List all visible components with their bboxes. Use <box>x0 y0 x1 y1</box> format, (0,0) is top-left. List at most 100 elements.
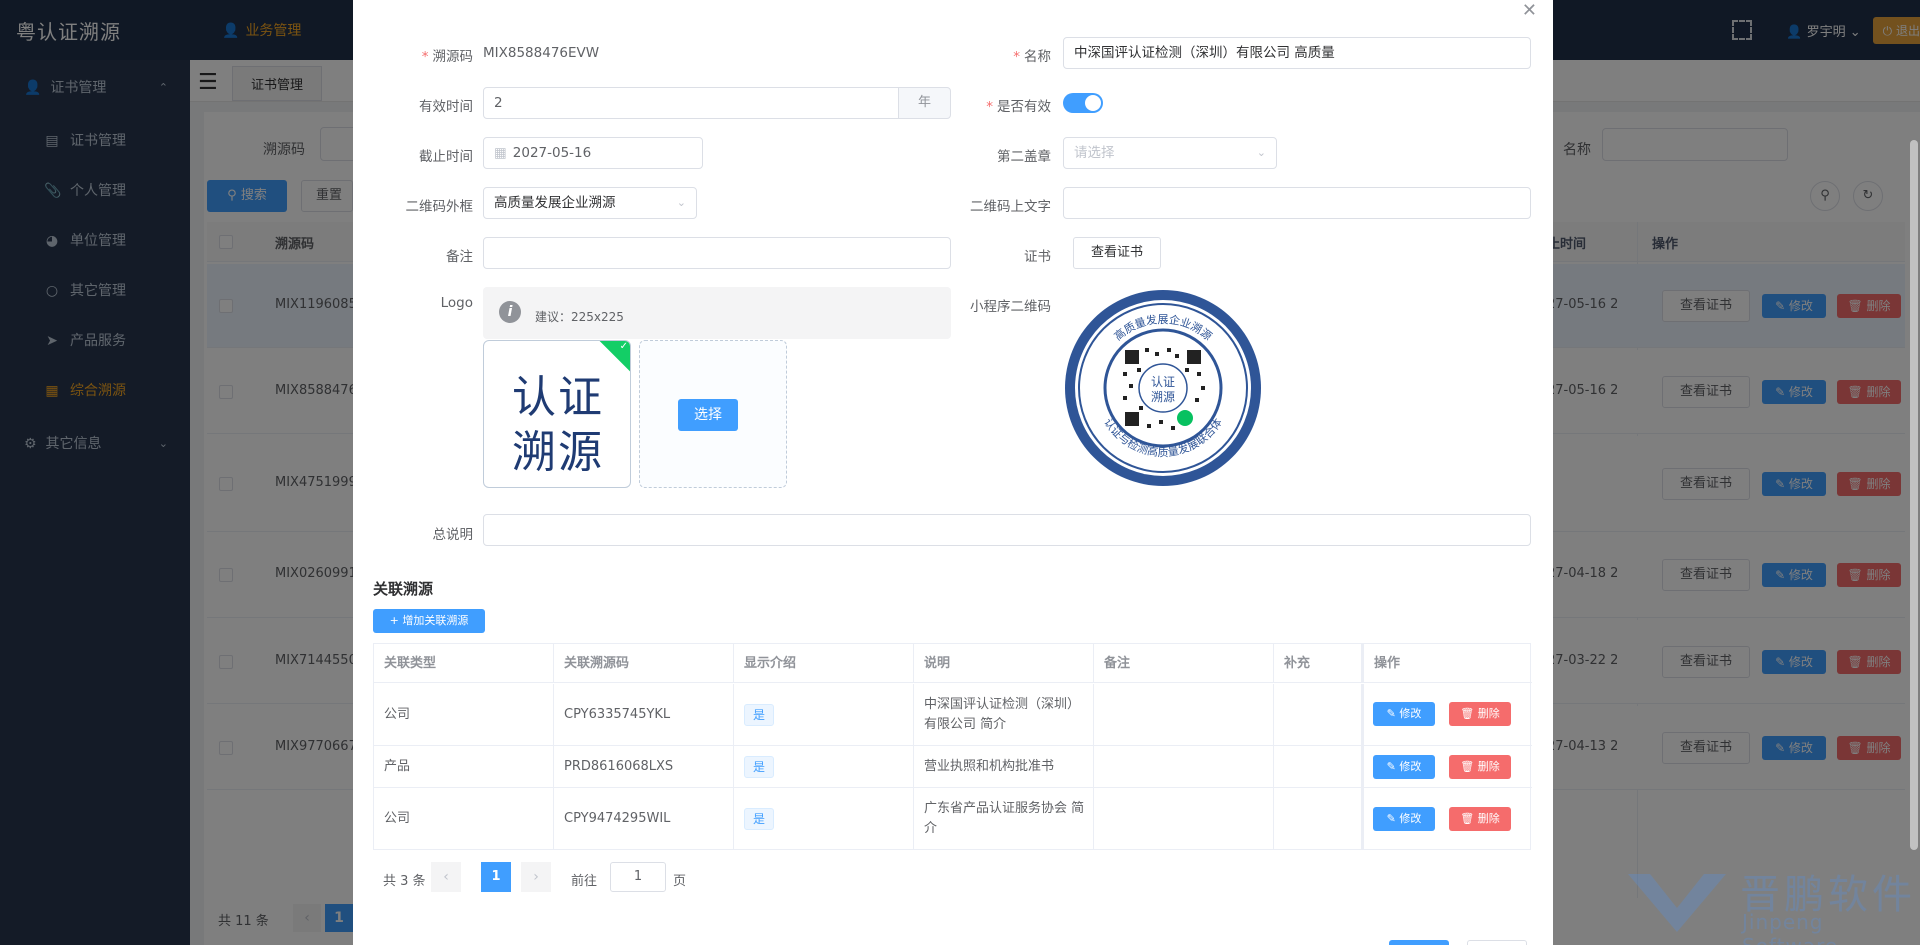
row-delete-label: 删除 <box>1477 812 1500 825</box>
miniprogram-icon <box>1177 410 1193 426</box>
col-remark: 备注 <box>1094 644 1274 683</box>
seal2-select[interactable]: 请选择 ⌄ <box>1063 137 1277 169</box>
seal2-label: 第二盖章 <box>997 149 1051 165</box>
row-delete-button[interactable]: 🗑 删除 <box>1449 755 1511 779</box>
qrtext-input[interactable] <box>1063 187 1531 219</box>
col-code: 关联溯源码 <box>554 644 734 683</box>
row-edit-label: 修改 <box>1399 812 1422 825</box>
name-label: * 名称 <box>1013 49 1051 65</box>
check-icon: ✓ <box>619 341 628 352</box>
confirm-button[interactable] <box>1389 940 1449 945</box>
logo-tip: i 建议：225x225 <box>483 287 951 339</box>
col-type: 关联类型 <box>374 644 554 683</box>
code-value: MIX8588476EVW <box>483 45 600 61</box>
watermark: 晋鹏软件 Jinpeng Software <box>1620 862 1920 945</box>
add-related-button[interactable]: + 增加关联溯源 <box>373 609 485 633</box>
watermark-logo <box>1628 874 1726 932</box>
mini-qr-label: 小程序二维码 <box>970 299 1051 315</box>
show-tag: 是 <box>744 808 775 830</box>
row-delete-button[interactable]: 🗑 删除 <box>1449 807 1511 831</box>
remark-input[interactable] <box>483 237 951 269</box>
cell-remark <box>1094 746 1274 788</box>
chevron-down-icon: ⌄ <box>676 196 686 209</box>
isvalid-switch[interactable] <box>1063 93 1103 113</box>
row-edit-button[interactable]: ✎ 修改 <box>1373 755 1435 779</box>
row-delete-button[interactable]: 🗑 删除 <box>1449 702 1511 726</box>
mini-qr-seal: 高质量发展企业溯源 认证与检测高质量发展联合体 认证 溯源 <box>1065 290 1261 486</box>
related-title: 关联溯源 <box>373 580 434 598</box>
page-scrollbar[interactable] <box>1910 140 1918 850</box>
cell-type: 产品 <box>374 746 554 788</box>
logo-tip-text: 建议：225x225 <box>535 310 624 324</box>
cell-type: 公司 <box>374 788 554 850</box>
pager-prev-icon[interactable]: ‹ <box>431 862 461 892</box>
cell-code: CPY9474295WIL <box>554 788 734 850</box>
col-extra: 补充 <box>1274 644 1362 683</box>
valid-input[interactable]: 2 <box>483 87 899 119</box>
qrtext-label: 二维码上文字 <box>970 199 1051 215</box>
row-delete-label: 删除 <box>1477 760 1500 773</box>
pager-goto-label: 前往 <box>571 874 598 889</box>
cell-show: 是 <box>734 788 914 850</box>
name-label-text: 名称 <box>1024 49 1051 65</box>
select-file-button[interactable]: 选择 <box>678 399 738 431</box>
col-desc: 说明 <box>914 644 1094 683</box>
cancel-button[interactable] <box>1467 940 1527 945</box>
cell-code: PRD8616068LXS <box>554 746 734 788</box>
row-delete-label: 删除 <box>1477 707 1500 720</box>
col-show: 显示介绍 <box>734 644 914 683</box>
logo-text-2: 溯源 <box>512 427 604 478</box>
isvalid-label: * 是否有效 <box>986 99 1051 115</box>
deadline-input[interactable]: ▦ 2027-05-16 <box>483 137 703 169</box>
view-cert-button[interactable]: 查看证书 <box>1073 237 1161 269</box>
info-icon: i <box>499 301 521 323</box>
cert-label: 证书 <box>1024 249 1051 265</box>
summary-label: 总说明 <box>432 527 474 543</box>
qrframe-select[interactable]: 高质量发展企业溯源 ⌄ <box>483 187 697 219</box>
cell-code: CPY6335745YKL <box>554 684 734 746</box>
edit-dialog: ✕ * 溯源码 MIX8588476EVW * 名称 中深国评认证检测（深圳）有限公… <box>353 0 1553 945</box>
cell-desc: 中深国评认证检测（深圳）有限公司 简介 <box>914 684 1094 746</box>
seal2-placeholder: 请选择 <box>1074 145 1115 161</box>
remark-label: 备注 <box>446 249 473 265</box>
add-related-label: 增加关联溯源 <box>402 614 469 627</box>
show-tag: 是 <box>744 703 775 726</box>
calendar-icon: ▦ <box>494 145 507 161</box>
chevron-down-icon: ⌄ <box>1256 146 1266 159</box>
deadline-label: 截止时间 <box>419 149 473 165</box>
qrframe-value: 高质量发展企业溯源 <box>494 195 616 211</box>
cell-desc: 广东省产品认证服务协会 简介 <box>914 788 1094 850</box>
row-edit-button[interactable]: ✎ 修改 <box>1373 702 1435 726</box>
cell-remark <box>1094 788 1274 850</box>
cell-show: 是 <box>734 684 914 746</box>
pager-goto-input[interactable]: 1 <box>610 862 666 892</box>
pager-unit-label: 页 <box>673 874 687 889</box>
pager-total: 共 3 条 <box>383 874 426 889</box>
close-icon[interactable]: ✕ <box>1522 0 1537 21</box>
row-edit-label: 修改 <box>1399 707 1422 720</box>
summary-textarea[interactable] <box>483 514 1531 546</box>
pager-page[interactable]: 1 <box>481 862 511 892</box>
logo-image[interactable]: ✓ 认证 溯源 <box>483 340 631 488</box>
cell-extra <box>1274 684 1362 746</box>
name-input[interactable]: 中深国评认证检测（深圳）有限公司 高质量 <box>1063 37 1531 69</box>
row-edit-label: 修改 <box>1399 760 1422 773</box>
logo-label: Logo <box>440 295 473 311</box>
row-edit-button[interactable]: ✎ 修改 <box>1373 807 1435 831</box>
isvalid-label-text: 是否有效 <box>997 99 1051 115</box>
cell-extra <box>1274 746 1362 788</box>
seal-center-1: 认证 <box>1151 375 1175 389</box>
seal-center-2: 溯源 <box>1151 389 1175 404</box>
cell-remark <box>1094 684 1274 746</box>
related-table: 关联类型 关联溯源码 显示介绍 说明 备注 补充 操作 公司 CPY633574… <box>373 643 1532 850</box>
cell-type: 公司 <box>374 684 554 746</box>
app-root: 粤认证溯源 👤业务管理 👤 罗宇明 ⌄ ⏻ 退出 👤 证书管理⌃ ▤证书管理 📎… <box>0 0 1920 945</box>
cell-extra <box>1274 788 1362 850</box>
upload-box[interactable]: 选择 <box>639 340 787 488</box>
watermark-en: Jinpeng Software <box>1742 910 1837 945</box>
cell-show: 是 <box>734 746 914 788</box>
code-label-text: 溯源码 <box>432 49 474 65</box>
cell-desc: 营业执照和机构批准书 <box>914 746 1094 788</box>
col-ops: 操作 <box>1362 644 1532 683</box>
pager-next-icon[interactable]: › <box>521 862 551 892</box>
